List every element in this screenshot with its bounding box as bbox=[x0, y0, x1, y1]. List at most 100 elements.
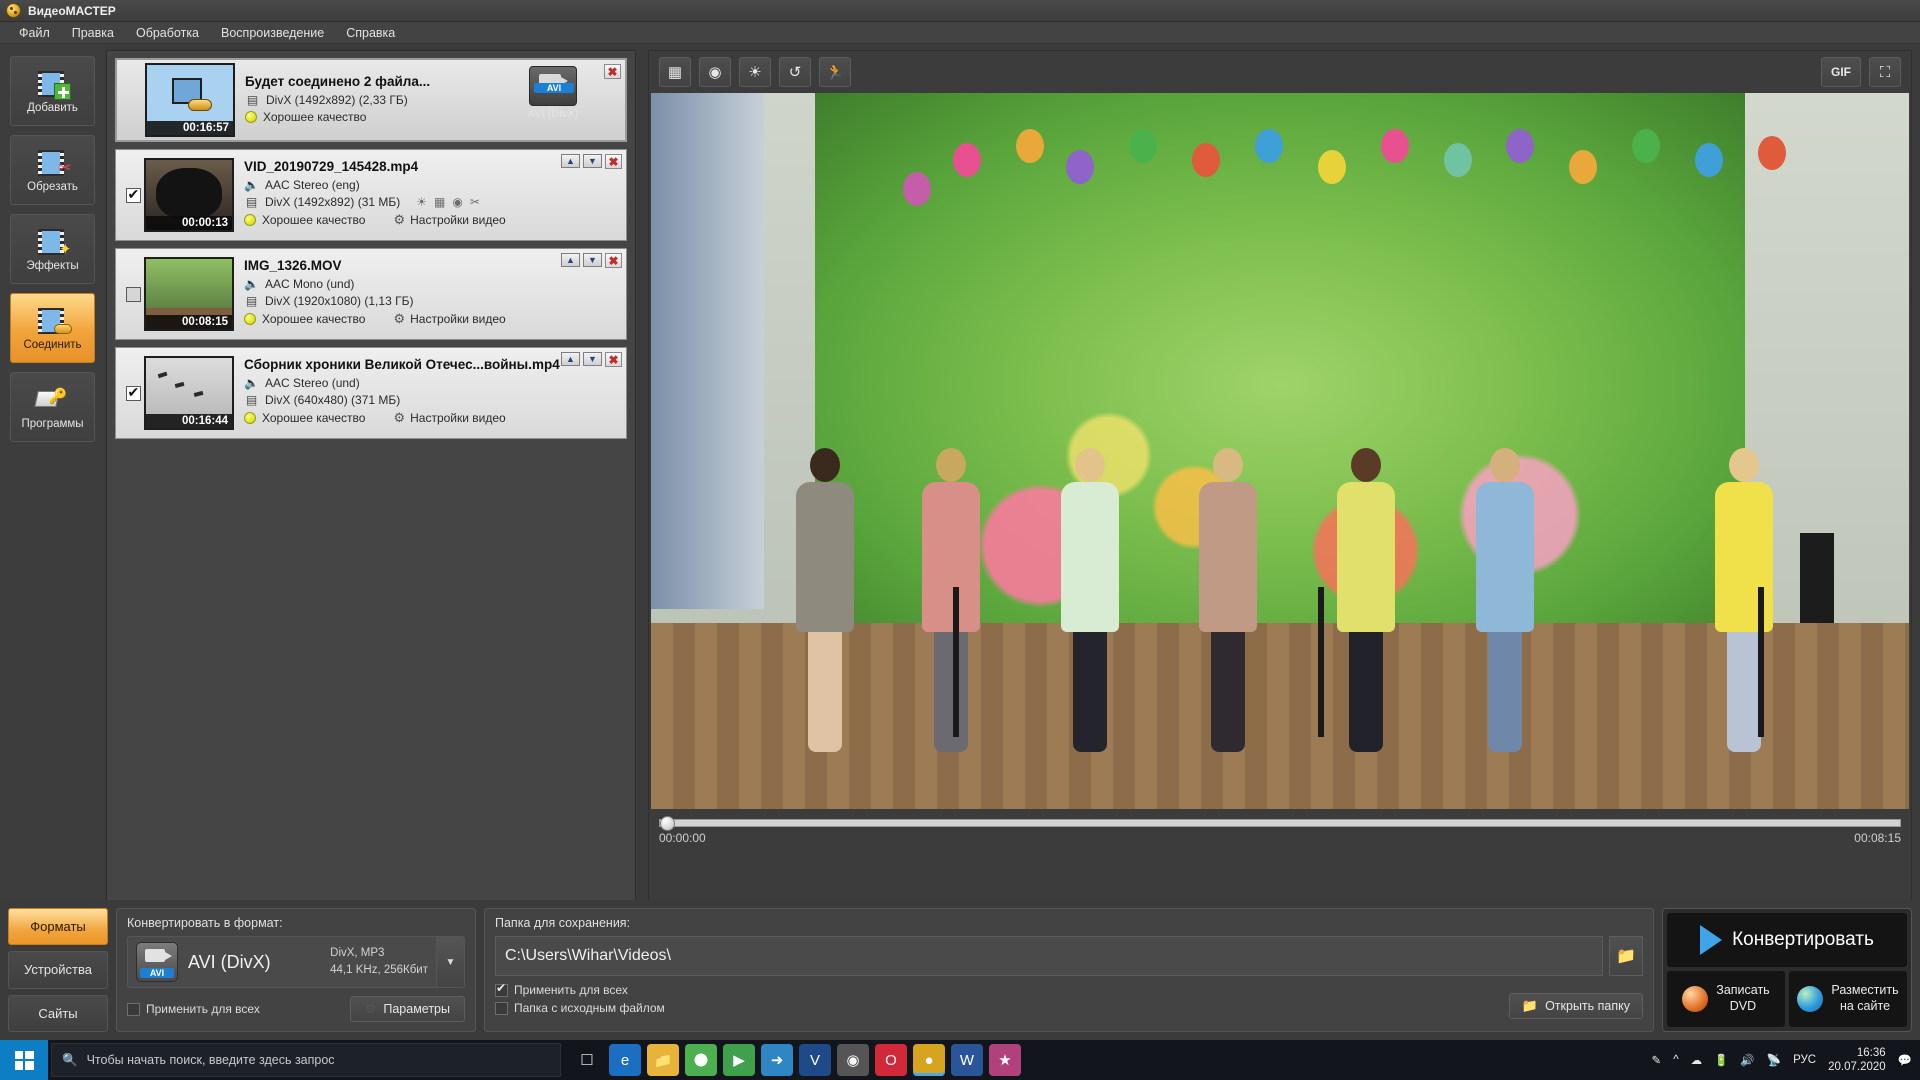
file-video-settings[interactable]: Настройки видео bbox=[410, 312, 506, 326]
tab-devices[interactable]: Устройства bbox=[8, 951, 108, 988]
file-checkbox[interactable] bbox=[126, 386, 141, 401]
sidebar-item-effects[interactable]: ✦ Эффекты bbox=[10, 214, 95, 284]
chrome-icon[interactable] bbox=[685, 1044, 717, 1076]
tab-websites[interactable]: Сайты bbox=[8, 995, 108, 1032]
app-v-icon[interactable]: V bbox=[799, 1044, 831, 1076]
opera-icon[interactable]: O bbox=[875, 1044, 907, 1076]
menu-item-file[interactable]: Файл bbox=[8, 23, 61, 43]
video-canvas[interactable] bbox=[651, 93, 1909, 809]
merged-summary-row[interactable]: 00:16:57 Будет соединено 2 файла... ▤ Di… bbox=[115, 58, 627, 142]
remove-file-button[interactable]: ✖ bbox=[605, 253, 622, 268]
app-blue-icon[interactable]: ➜ bbox=[761, 1044, 793, 1076]
move-up-button[interactable]: ▲ bbox=[561, 352, 580, 366]
crop-icon[interactable]: ▦ bbox=[434, 195, 445, 209]
rotate-icon[interactable]: ↺ bbox=[779, 57, 811, 87]
parameters-button[interactable]: ⚙ Параметры bbox=[350, 996, 465, 1022]
move-down-button[interactable]: ▼ bbox=[583, 352, 602, 366]
file-list-scroll[interactable]: 00:16:57 Будет соединено 2 файла... ▤ Di… bbox=[107, 51, 635, 915]
gif-button[interactable]: GIF bbox=[1821, 57, 1861, 87]
sidebar-item-trim[interactable]: ✂ Обрезать bbox=[10, 135, 95, 205]
brightness-icon[interactable]: ☀ bbox=[739, 57, 771, 87]
taskbar-search-input[interactable]: 🔍 Чтобы начать поиск, введите здесь запр… bbox=[51, 1043, 561, 1077]
gear-icon[interactable]: ⚙ bbox=[393, 410, 405, 426]
file-checkbox[interactable] bbox=[126, 287, 141, 302]
tab-formats[interactable]: Форматы bbox=[8, 908, 108, 945]
system-tray: ✎ ^ ☁ 🔋 🔊 📡 РУС 16:36 20.07.2020 💬 bbox=[1652, 1046, 1920, 1075]
seek-bar[interactable] bbox=[659, 819, 1901, 827]
watermark-icon[interactable]: ◉ bbox=[699, 57, 731, 87]
tray-chevron-icon[interactable]: ^ bbox=[1673, 1054, 1678, 1066]
word-icon[interactable]: W bbox=[951, 1044, 983, 1076]
browse-folder-icon[interactable]: 📁 bbox=[1609, 936, 1643, 976]
search-icon: 🔍 bbox=[62, 1053, 78, 1068]
videomaster-taskbar-icon[interactable]: ● bbox=[913, 1044, 945, 1076]
app-pink-icon[interactable]: ★ bbox=[989, 1044, 1021, 1076]
dvd-icon bbox=[1682, 986, 1708, 1012]
source-folder-checkbox[interactable] bbox=[495, 1002, 508, 1015]
fullscreen-icon[interactable]: ⛶ bbox=[1869, 57, 1901, 87]
seek-bar-container[interactable]: 00:00:00 00:08:15 bbox=[649, 813, 1911, 853]
file-list-item[interactable]: 00:08:15 IMG_1326.MOV 🔈 AAC Mono (und) ▤… bbox=[115, 248, 627, 340]
pen-icon[interactable]: ✎ bbox=[1652, 1053, 1662, 1067]
remove-file-button[interactable]: ✖ bbox=[605, 154, 622, 169]
sidebar-item-programs[interactable]: Программы bbox=[10, 372, 95, 442]
watermark-icon[interactable]: ◉ bbox=[452, 195, 462, 209]
file-explorer-icon[interactable]: 📁 bbox=[647, 1044, 679, 1076]
audio-stream-icon: 🔈 bbox=[244, 376, 259, 390]
file-checkbox[interactable] bbox=[126, 188, 141, 203]
start-button[interactable] bbox=[0, 1040, 48, 1080]
task-view-icon[interactable]: ☐ bbox=[571, 1044, 603, 1076]
open-folder-label: Открыть папку bbox=[1545, 999, 1630, 1013]
file-duration: 00:16:44 bbox=[146, 414, 232, 428]
brightness-icon[interactable]: ☀ bbox=[416, 195, 427, 209]
move-down-button[interactable]: ▼ bbox=[583, 253, 602, 267]
clock-time: 16:36 bbox=[1857, 1047, 1886, 1059]
publish-web-button[interactable]: Разместить на сайте bbox=[1789, 971, 1907, 1027]
cut-icon[interactable]: ✂ bbox=[470, 195, 480, 209]
sidebar-item-add[interactable]: Добавить bbox=[10, 56, 95, 126]
menu-item-playback[interactable]: Воспроизведение bbox=[210, 23, 335, 43]
taskbar-clock[interactable]: 16:36 20.07.2020 bbox=[1828, 1046, 1886, 1075]
move-down-button[interactable]: ▼ bbox=[583, 154, 602, 168]
volume-tray-icon[interactable]: 🔊 bbox=[1740, 1053, 1754, 1067]
menu-item-edit[interactable]: Правка bbox=[61, 23, 125, 43]
video-stream-icon: ▤ bbox=[244, 393, 259, 407]
file-video-settings[interactable]: Настройки видео bbox=[410, 213, 506, 227]
move-up-button[interactable]: ▲ bbox=[561, 154, 580, 168]
gear-icon[interactable]: ⚙ bbox=[393, 212, 405, 228]
open-folder-button[interactable]: 📁 Открыть папку bbox=[1509, 993, 1643, 1019]
format-label: Конвертировать в формат: bbox=[127, 916, 465, 930]
film-plus-icon bbox=[36, 69, 70, 99]
app-disc-icon[interactable]: ◉ bbox=[837, 1044, 869, 1076]
merged-remove-button[interactable]: ✖ bbox=[604, 64, 621, 79]
save-apply-all-checkbox[interactable] bbox=[495, 984, 508, 997]
language-indicator[interactable]: РУС bbox=[1793, 1054, 1816, 1066]
menu-item-processing[interactable]: Обработка bbox=[125, 23, 210, 43]
notifications-icon[interactable]: 💬 bbox=[1898, 1053, 1912, 1067]
format-apply-all-checkbox[interactable] bbox=[127, 1003, 140, 1016]
file-video-settings[interactable]: Настройки видео bbox=[410, 411, 506, 425]
file-list-item[interactable]: 00:00:13 VID_20190729_145428.mp4 🔈 AAC S… bbox=[115, 149, 627, 241]
crop-icon[interactable]: ▦ bbox=[659, 57, 691, 87]
dvd-label-1: Записать bbox=[1716, 983, 1769, 997]
file-list-item[interactable]: 00:16:44 Сборник хроники Великой Отечес.… bbox=[115, 347, 627, 439]
sidebar-item-join[interactable]: Соединить bbox=[10, 293, 95, 363]
save-path-input[interactable]: C:\Users\Wihar\Videos\ bbox=[495, 936, 1603, 976]
chevron-down-icon[interactable]: ▼ bbox=[436, 937, 464, 987]
onedrive-icon[interactable]: ☁ bbox=[1691, 1053, 1703, 1067]
bottom-panel: Форматы Устройства Сайты Конвертировать … bbox=[0, 900, 1920, 1040]
network-icon[interactable]: 📡 bbox=[1767, 1053, 1781, 1067]
format-selector[interactable]: AVI AVI (DivX) DivX, MP3 44,1 KHz, 256Кб… bbox=[127, 936, 465, 988]
remove-file-button[interactable]: ✖ bbox=[605, 352, 622, 367]
burn-dvd-button[interactable]: Записать DVD bbox=[1667, 971, 1785, 1027]
battery-icon[interactable]: 🔋 bbox=[1714, 1053, 1728, 1067]
app-green-icon[interactable]: ▶ bbox=[723, 1044, 755, 1076]
speed-icon[interactable]: 🏃 bbox=[819, 57, 851, 87]
menu-item-help[interactable]: Справка bbox=[335, 23, 406, 43]
convert-button[interactable]: Конвертировать bbox=[1667, 913, 1907, 967]
seek-handle[interactable] bbox=[660, 816, 675, 831]
gear-icon[interactable]: ⚙ bbox=[393, 311, 405, 327]
edge-icon[interactable]: e bbox=[609, 1044, 641, 1076]
tool-rail: Добавить ✂ Обрезать ✦ Эффекты Соединить … bbox=[0, 44, 104, 965]
move-up-button[interactable]: ▲ bbox=[561, 253, 580, 267]
